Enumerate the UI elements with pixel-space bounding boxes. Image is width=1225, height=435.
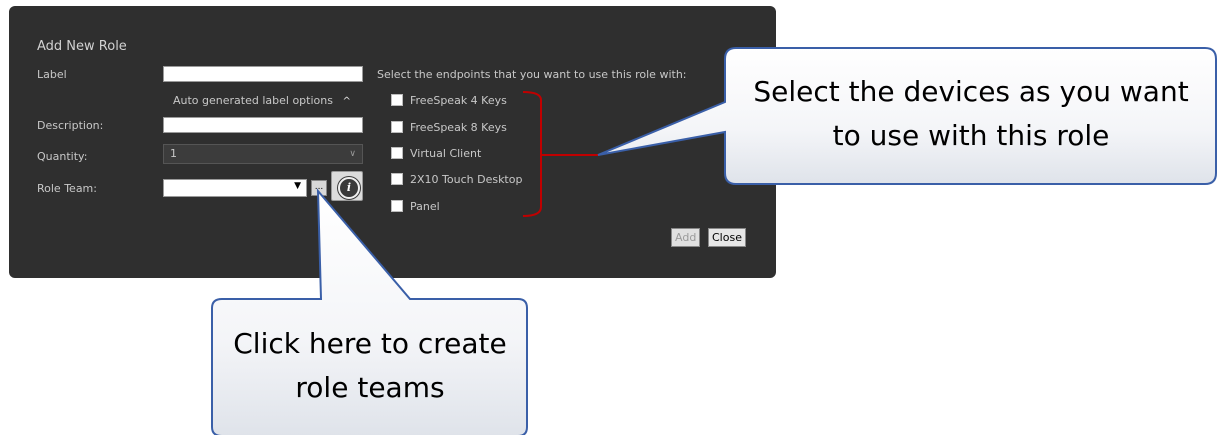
teams-callout-line: role teams	[295, 371, 445, 404]
endpoints-bracket	[522, 91, 542, 217]
annotation-overlay	[211, 47, 1217, 435]
teams-callout-line: Click here to create	[233, 327, 507, 360]
devices-callout-text: Select the devices as you want to use wi…	[727, 70, 1215, 158]
devices-callout-line: Select the devices as you want	[753, 75, 1189, 108]
devices-callout-line: to use with this role	[832, 119, 1110, 152]
teams-callout-text: Click here to create role teams	[214, 322, 526, 410]
